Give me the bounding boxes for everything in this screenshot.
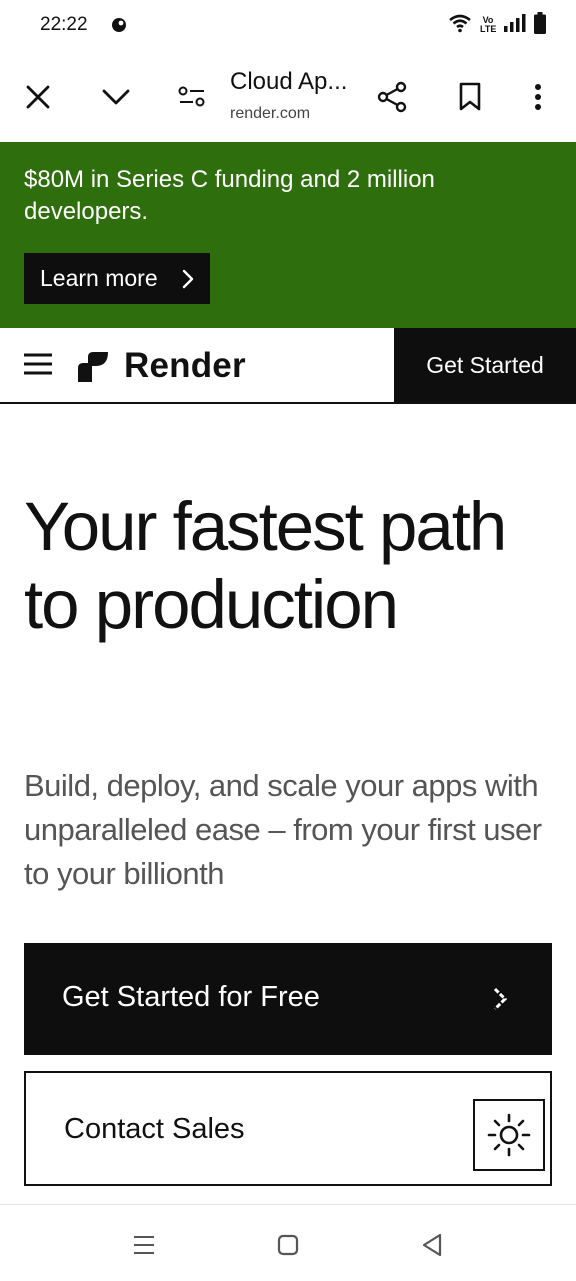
wifi-icon [448, 13, 472, 38]
brand-name[interactable]: Render [124, 346, 246, 386]
bookmark-icon[interactable] [450, 77, 490, 117]
back-icon[interactable] [416, 1229, 448, 1261]
primary-cta-label: Get Started for Free [62, 981, 320, 1013]
status-bar: 22:22 Vo LTE [0, 0, 576, 52]
hero-subtitle: Build, deploy, and scale your apps with … [24, 768, 542, 891]
arrow-right-icon [492, 987, 508, 1016]
page-title[interactable]: Cloud Ap... [230, 68, 347, 96]
browser-toolbar: Cloud Ap... render.com [0, 52, 576, 143]
more-vertical-icon[interactable] [518, 77, 558, 117]
chevron-down-icon[interactable] [96, 77, 136, 117]
announcement-message: $80M in Series C funding and 2 million d… [24, 166, 435, 225]
get-started-button[interactable]: Get Started [394, 328, 576, 402]
volte-icon: Vo LTE [480, 15, 497, 34]
get-started-for-free-button[interactable]: Get Started for Free [24, 943, 552, 1055]
site-header: Render Get Started [0, 328, 576, 404]
battery-icon [534, 11, 546, 39]
page-url[interactable]: render.com [230, 105, 310, 123]
app-notification-icon [110, 16, 128, 34]
signal-icon [504, 13, 526, 37]
close-icon[interactable] [18, 77, 58, 117]
learn-more-label: Learn more [40, 265, 158, 291]
hamburger-menu-icon[interactable] [24, 352, 52, 380]
hero-title: Your fastest path to production [24, 488, 507, 643]
system-navigation-bar [0, 1204, 576, 1281]
status-icons: Vo LTE [448, 11, 546, 39]
render-logo-icon[interactable] [76, 350, 110, 384]
secondary-cta-label: Contact Sales [64, 1113, 245, 1145]
share-icon[interactable] [372, 77, 412, 117]
theme-toggle-sun-icon[interactable] [473, 1099, 545, 1171]
learn-more-button[interactable]: Learn more [24, 253, 210, 304]
status-time: 22:22 [40, 14, 88, 35]
announcement-banner: $80M in Series C funding and 2 million d… [0, 142, 576, 328]
recents-menu-icon[interactable] [128, 1229, 160, 1261]
chevron-right-icon [182, 268, 194, 295]
home-icon[interactable] [272, 1229, 304, 1261]
contact-sales-button[interactable]: Contact Sales [24, 1071, 552, 1186]
page-settings-icon[interactable] [172, 77, 212, 117]
